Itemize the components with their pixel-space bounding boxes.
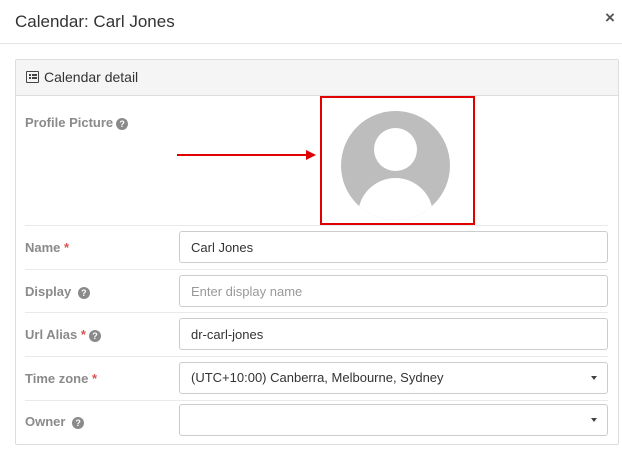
avatar-placeholder-icon[interactable] [341,111,450,220]
modal-header: Calendar: Carl Jones × [0,0,622,44]
url-alias-label: Url Alias *? [25,327,101,342]
time-zone-label: Time zone * [25,371,98,386]
owner-row: Owner ? [25,401,608,445]
required-mark: * [91,371,98,386]
name-label: Name * [25,240,70,255]
display-row: Display ? [25,270,608,313]
help-icon[interactable]: ? [77,287,90,299]
avatar-body [358,178,433,220]
time-zone-value: (UTC+10:00) Canberra, Melbourne, Sydney [191,370,444,385]
help-icon[interactable]: ? [116,118,129,130]
name-row: Name * [25,226,608,270]
time-zone-row: Time zone * (UTC+10:00) Canberra, Melbou… [25,357,608,401]
required-mark: * [64,240,70,255]
calendar-detail-panel: Calendar detail Profile Picture? Name * … [15,59,619,445]
help-icon[interactable]: ? [72,417,85,429]
profile-picture-row: Profile Picture? [25,97,608,226]
chevron-down-icon [591,418,597,422]
modal-title: Calendar: Carl Jones [15,12,175,31]
panel-title: Calendar detail [44,69,139,85]
owner-select[interactable] [179,404,608,436]
display-label: Display ? [25,284,90,299]
profile-picture-highlight [320,96,475,225]
avatar-head [374,128,417,171]
help-icon[interactable]: ? [88,330,101,342]
name-input[interactable] [179,231,608,263]
url-alias-row: Url Alias *? [25,313,608,357]
required-mark: * [80,327,86,342]
display-name-input[interactable] [179,275,608,307]
list-alt-icon [26,71,39,83]
panel-heading: Calendar detail [16,60,618,96]
owner-label: Owner ? [25,414,85,429]
annotation-arrow-line [177,154,307,156]
close-icon[interactable]: × [602,9,618,27]
url-alias-input[interactable] [179,318,608,350]
annotation-arrow-head [306,150,316,160]
profile-picture-label: Profile Picture? [25,115,129,130]
time-zone-select[interactable]: (UTC+10:00) Canberra, Melbourne, Sydney [179,362,608,394]
chevron-down-icon [591,376,597,380]
